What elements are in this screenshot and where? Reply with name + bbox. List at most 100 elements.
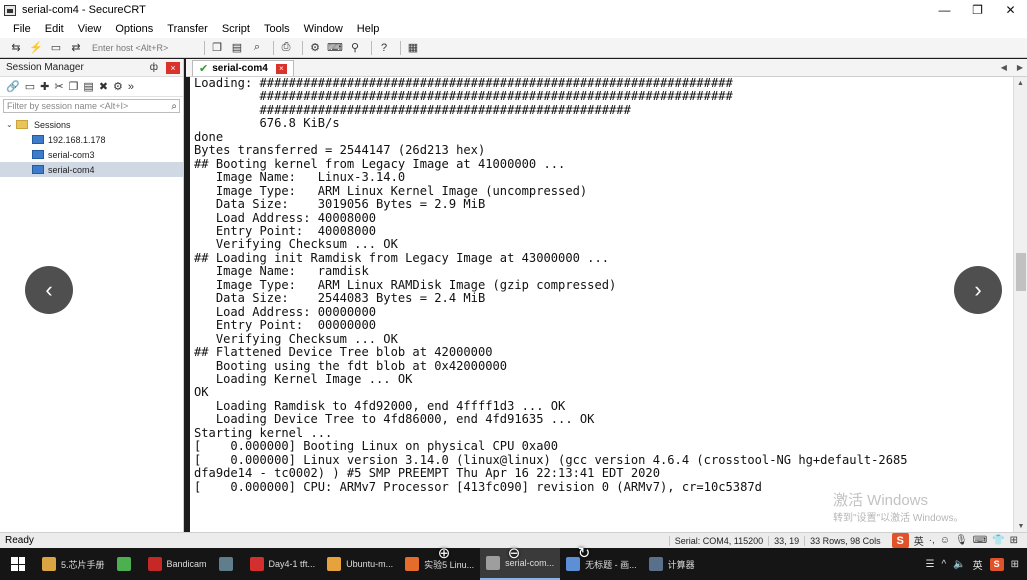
app-icon <box>42 557 56 571</box>
taskbar-app-label: Bandicam <box>166 559 207 569</box>
filter-placeholder: Filter by session name <Alt+I> <box>7 101 129 111</box>
tree-item-serial-com4[interactable]: serial-com4 <box>0 162 183 177</box>
pin-icon[interactable]: ф <box>150 62 158 73</box>
reconnect-icon[interactable]: ⇄ <box>68 40 84 56</box>
ime-lang-indicator[interactable]: 英 <box>914 533 924 548</box>
terminal-line: Image Name: Linux-3.14.0 <box>194 170 406 185</box>
scroll-down-icon[interactable]: ▼ <box>1014 520 1027 532</box>
help-icon[interactable]: ? <box>376 40 392 56</box>
properties-icon[interactable]: ⚙ <box>113 80 123 93</box>
ime-skin-icon[interactable]: 👕 <box>992 535 1004 546</box>
filter-icon[interactable]: ⚲ <box>347 40 363 56</box>
close-tab-button[interactable]: × <box>275 63 287 74</box>
menu-view[interactable]: View <box>71 23 109 35</box>
terminal-line: done <box>194 129 224 144</box>
menu-script[interactable]: Script <box>215 23 257 35</box>
menu-edit[interactable]: Edit <box>38 23 71 35</box>
tray-overflow-icon[interactable]: ^ <box>941 559 946 570</box>
tab-scroll-left-icon[interactable]: ◀ <box>1001 63 1007 72</box>
app-icon <box>486 556 501 570</box>
quick-connect-icon[interactable]: ⚡ <box>28 40 44 56</box>
paste-session-icon[interactable]: ▤ <box>83 80 93 93</box>
maximize-button[interactable]: ❐ <box>961 0 994 20</box>
taskbar-app-0[interactable]: 5.芯片手册 <box>36 548 111 580</box>
taskbar-app-9[interactable]: 计算器 <box>643 548 701 580</box>
scrollbar-thumb[interactable] <box>1016 253 1026 291</box>
action-center-icon[interactable]: ☰ <box>925 559 934 570</box>
ime-keyboard-icon[interactable]: ⌨ <box>973 535 987 546</box>
more-icon[interactable]: » <box>128 81 134 93</box>
sogou-ime-icon[interactable]: S <box>891 533 909 548</box>
settings-icon[interactable]: ⚙ <box>307 40 323 56</box>
menu-file[interactable]: File <box>6 23 38 35</box>
taskbar-app-label: 计算器 <box>667 559 695 570</box>
sogou-tray-icon[interactable]: S <box>989 557 1004 571</box>
menu-window[interactable]: Window <box>297 23 350 35</box>
taskbar-app-3[interactable] <box>213 548 244 580</box>
status-cursor: 33, 19 <box>768 535 804 546</box>
taskbar-app-4[interactable]: Day4-1 tft... <box>244 548 322 580</box>
minimize-button[interactable]: — <box>928 0 961 20</box>
terminal-line: Loading Device Tree to 4fd86000, end 4fd… <box>194 412 595 427</box>
next-image-button[interactable]: › <box>954 266 1002 314</box>
taskbar-app-2[interactable]: Bandicam <box>142 548 213 580</box>
link-icon[interactable]: 🔗 <box>6 80 20 93</box>
ime-emoji-icon[interactable]: ☺ <box>940 535 950 546</box>
find-icon[interactable]: ⌕ <box>249 40 265 56</box>
search-icon[interactable]: ⌕ <box>171 101 177 112</box>
taskbar-app-5[interactable]: Ubuntu-m... <box>321 548 399 580</box>
tree-item-serial-com3[interactable]: serial-com3 <box>0 147 183 162</box>
zoom-out-button[interactable]: ⊖ <box>503 542 525 564</box>
tab-scroll-right-icon[interactable]: ▶ <box>1017 63 1023 72</box>
scroll-up-icon[interactable]: ▲ <box>1014 77 1027 89</box>
keymap-icon[interactable]: ⌨ <box>327 40 343 56</box>
menu-help[interactable]: Help <box>350 23 387 35</box>
disconnect-icon[interactable]: ▭ <box>48 40 64 56</box>
menu-tools[interactable]: Tools <box>257 23 297 35</box>
close-panel-button[interactable]: × <box>166 61 180 74</box>
start-button[interactable] <box>0 548 36 580</box>
terminal-line: ## Flattened Device Tree blob at 4200000… <box>194 345 493 360</box>
ime-voice-icon[interactable]: 🎙 <box>955 535 968 546</box>
tree-folder-sessions[interactable]: ⌄ Sessions <box>0 117 183 132</box>
terminal-line: Entry Point: 00000000 <box>194 318 377 333</box>
close-window-button[interactable]: ✕ <box>994 0 1027 20</box>
copy-session-icon[interactable]: ❐ <box>69 80 79 93</box>
app-icon <box>648 557 663 571</box>
tree-item-label: serial-com3 <box>48 149 95 160</box>
volume-icon[interactable]: 🔈 <box>953 559 965 570</box>
delete-icon[interactable]: ✖ <box>99 80 108 93</box>
terminal-line: Loading: ###############################… <box>194 77 733 90</box>
session-filter-input[interactable]: Filter by session name <Alt+I> ⌕ <box>3 99 180 113</box>
enter-host-field[interactable]: Enter host <Alt+R> <box>92 43 192 53</box>
input-language-indicator[interactable]: 英 <box>973 557 983 572</box>
previous-image-button[interactable]: ‹ <box>25 266 73 314</box>
tab-serial-com4[interactable]: ✔ serial-com4 × <box>192 60 294 76</box>
tree-item-192-168-1-178[interactable]: 192.168.1.178 <box>0 132 183 147</box>
print-icon[interactable]: ⎙ <box>278 40 294 56</box>
app-icon <box>116 557 131 571</box>
menu-options[interactable]: Options <box>108 23 160 35</box>
ime-menu-icon[interactable]: ⊞ <box>1010 535 1018 546</box>
cut-icon[interactable]: ✂ <box>54 80 63 93</box>
zoom-in-button[interactable]: ⊕ <box>433 542 455 564</box>
rotate-button[interactable]: ↻ <box>573 542 595 564</box>
terminal-scrollbar[interactable]: ▲ ▼ <box>1013 77 1027 532</box>
app-icon <box>405 557 420 571</box>
paste-icon[interactable]: ▤ <box>229 40 245 56</box>
app-icon <box>218 557 233 571</box>
new-folder-icon[interactable]: ▭ <box>25 80 35 93</box>
taskbar-app-1[interactable] <box>111 548 142 580</box>
app-icon <box>327 557 342 571</box>
ime-punct-icon[interactable]: ·, <box>929 535 935 546</box>
connect-icon[interactable]: ⇆ <box>8 40 24 56</box>
chevron-down-icon[interactable]: ⌄ <box>6 120 16 129</box>
terminal-line: ########################################… <box>194 102 631 117</box>
terminal-output[interactable]: Loading: ###############################… <box>190 77 1013 532</box>
copy-icon[interactable]: ❐ <box>209 40 225 56</box>
script-icon[interactable]: ▦ <box>405 40 421 56</box>
session-computer-icon <box>32 135 44 144</box>
add-session-icon[interactable]: ✚ <box>40 80 49 93</box>
menu-transfer[interactable]: Transfer <box>160 23 215 35</box>
notification-icon[interactable]: ⊞ <box>1011 559 1019 570</box>
